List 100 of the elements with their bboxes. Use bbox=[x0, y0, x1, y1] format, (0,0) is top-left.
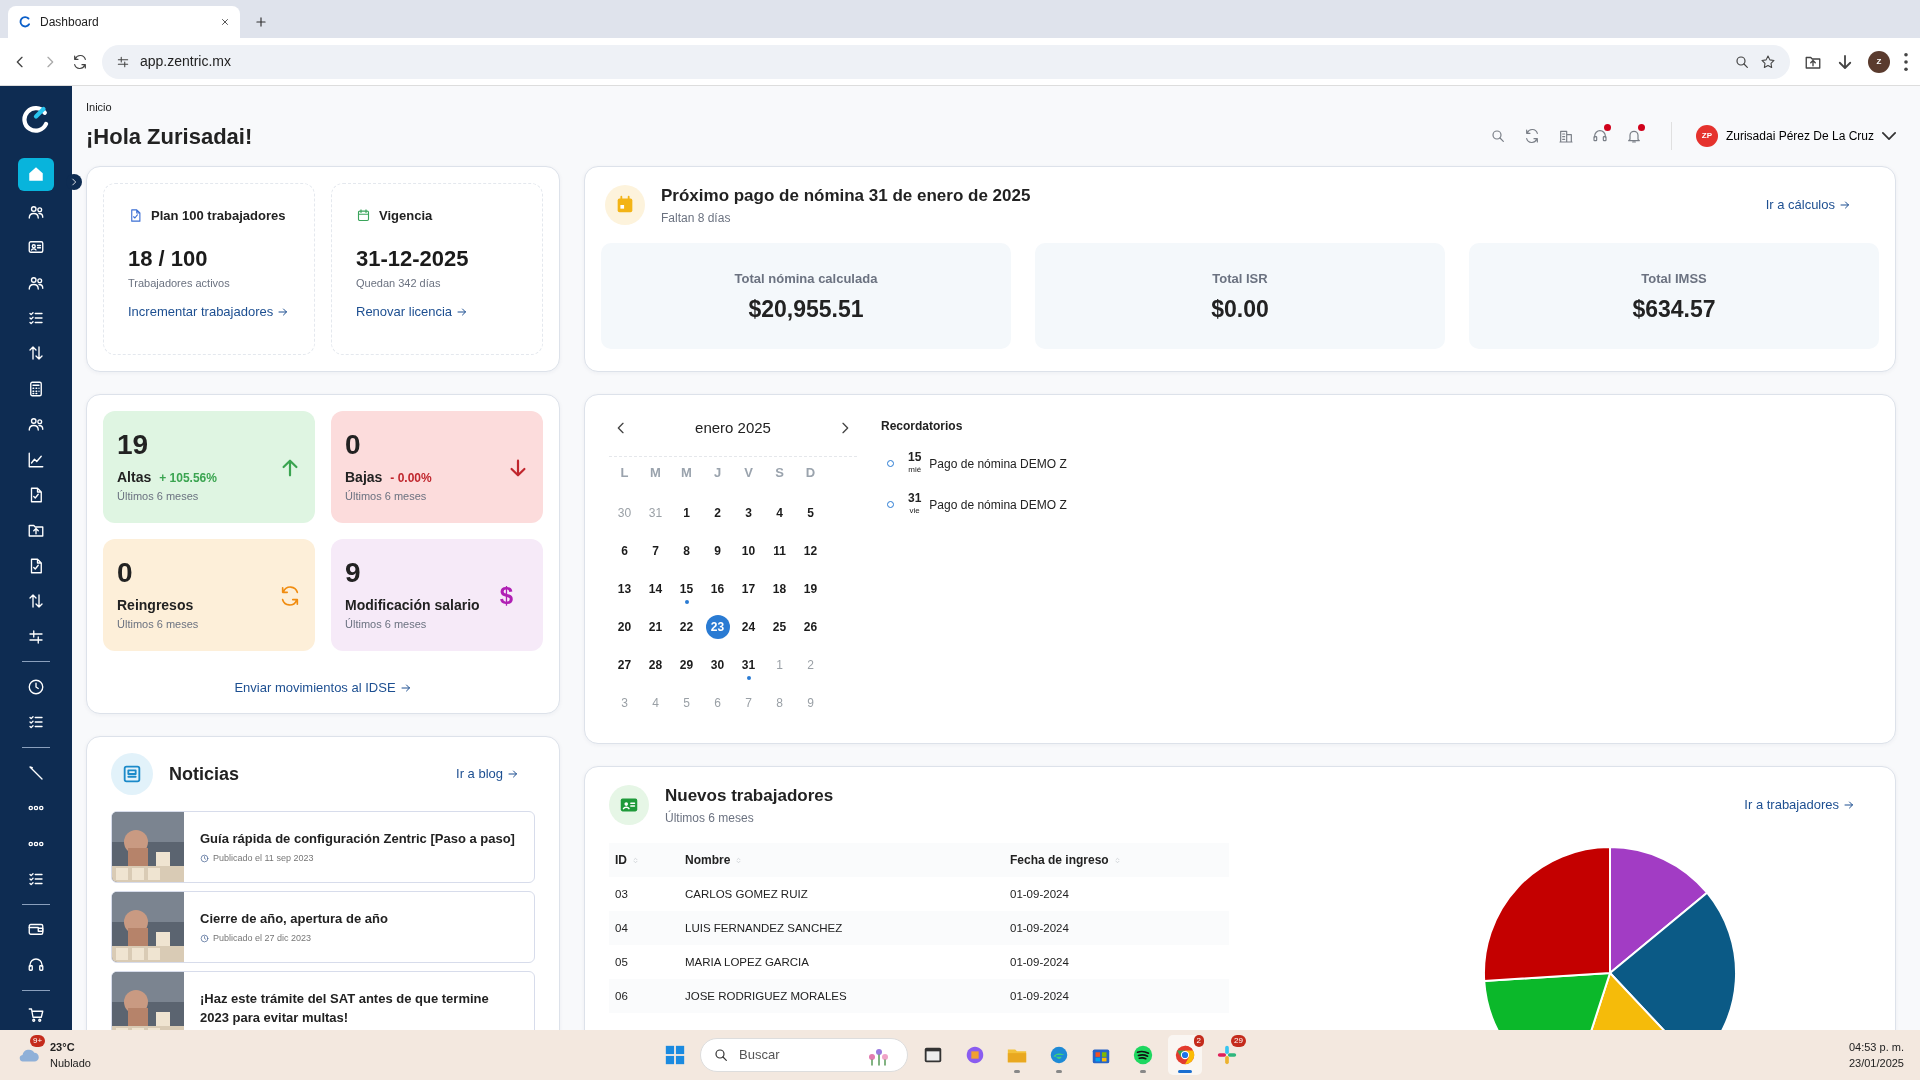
calendar-day[interactable]: 6 bbox=[609, 532, 640, 570]
news-item[interactable]: Cierre de año, apertura de año Publicado el 27 dic 2023 bbox=[111, 891, 535, 963]
refresh-icon bbox=[1523, 128, 1540, 144]
calendar-day[interactable]: 3 bbox=[733, 494, 764, 532]
news-heading: Noticias bbox=[169, 762, 241, 786]
reminder-day: 31 bbox=[908, 492, 922, 506]
table-cell: MARIA LOPEZ GARCIA bbox=[679, 944, 1004, 979]
news-item[interactable]: Guía rápida de configuración Zentric [Paso a paso] Publicado el 11 sep 2023 bbox=[111, 811, 535, 883]
start-icon bbox=[664, 1044, 686, 1066]
weekday-label: M bbox=[649, 463, 662, 482]
column-header[interactable]: Nombre bbox=[679, 842, 1004, 877]
clock-icon bbox=[200, 854, 209, 864]
reminder-text: Pago de nómina DEMO Z bbox=[929, 496, 1067, 514]
calendar-day[interactable]: 17 bbox=[733, 570, 764, 608]
taskbar-app[interactable]: 29 bbox=[1210, 1035, 1244, 1075]
calendar-icon bbox=[356, 208, 371, 224]
card-link[interactable]: Incrementar trabajadores bbox=[128, 302, 290, 322]
calendar-day[interactable]: 22 bbox=[671, 608, 702, 646]
calendar-day[interactable]: 30 bbox=[702, 646, 733, 684]
calendar-day[interactable]: 29 bbox=[671, 646, 702, 684]
card-value: 18 / 100 bbox=[128, 244, 209, 273]
stat-value: 0 bbox=[117, 559, 134, 588]
clock[interactable]: 04:53 p. m. 23/01/2025 bbox=[1848, 1038, 1904, 1072]
card-title: Plan 100 trabajadores bbox=[151, 207, 286, 225]
reminder-text: Pago de nómina DEMO Z bbox=[929, 455, 1067, 473]
calendar-day[interactable]: 15 bbox=[671, 570, 702, 608]
search-icon bbox=[713, 1047, 729, 1063]
calendar-day[interactable]: 12 bbox=[795, 532, 826, 570]
breadcrumb[interactable]: Inicio bbox=[86, 99, 253, 116]
calendar-day[interactable]: 28 bbox=[640, 646, 671, 684]
table-cell: LUIS FERNANDEZ SANCHEZ bbox=[679, 910, 1004, 945]
news-title: ¡Haz este trámite del SAT antes de que termine 2023 para evitar multas! bbox=[200, 989, 490, 1027]
calendar-day[interactable]: 27 bbox=[609, 646, 640, 684]
stat-value: 9 bbox=[345, 559, 362, 588]
calendar-day[interactable]: 5 bbox=[795, 494, 826, 532]
arrow-right-icon bbox=[1839, 198, 1851, 211]
total-label: Total IMSS bbox=[1640, 269, 1708, 288]
calendar-day[interactable]: 18 bbox=[764, 570, 795, 608]
calendar-day[interactable]: 13 bbox=[609, 570, 640, 608]
arrow-right-icon bbox=[277, 305, 290, 318]
notification-badge: 29 bbox=[1231, 1035, 1246, 1047]
card-title: Vigencia bbox=[379, 207, 433, 225]
calendar-day[interactable]: 20 bbox=[609, 608, 640, 646]
workers-link[interactable]: Ir a trabajadores bbox=[1744, 795, 1855, 815]
news-title: Cierre de año, apertura de año bbox=[200, 909, 388, 928]
calendar-day[interactable]: 11 bbox=[764, 532, 795, 570]
table-cell: 04 bbox=[609, 910, 679, 945]
calendar-day[interactable]: 25 bbox=[764, 608, 795, 646]
sidebar-item[interactable] bbox=[18, 157, 54, 192]
total-value: $0.00 bbox=[1210, 295, 1270, 324]
calendar-day[interactable]: 24 bbox=[733, 608, 764, 646]
dollar-icon: $ bbox=[499, 578, 513, 614]
close-icon bbox=[220, 17, 230, 27]
calendar-day[interactable]: 10 bbox=[733, 532, 764, 570]
chart-icon bbox=[27, 450, 45, 469]
calendar-day[interactable]: 4 bbox=[764, 494, 795, 532]
blog-link[interactable]: Ir a blog bbox=[456, 764, 519, 784]
globe-icon bbox=[1048, 1044, 1070, 1066]
calendar-day[interactable]: 9 bbox=[702, 532, 733, 570]
card-link[interactable]: Renovar licencia bbox=[356, 302, 469, 322]
dots-icon bbox=[27, 840, 45, 847]
reminder-weekday: mié bbox=[908, 464, 922, 477]
calendar-day[interactable]: 1 bbox=[671, 494, 702, 532]
taskbar-search-field[interactable]: Buscar bbox=[700, 1038, 908, 1072]
reload-button[interactable] bbox=[72, 53, 88, 70]
calendar-day[interactable]: 7 bbox=[640, 532, 671, 570]
table-cell: 06 bbox=[609, 978, 679, 1013]
user-avatar: ZP bbox=[1695, 125, 1718, 147]
stat-value: 0 bbox=[345, 431, 362, 460]
site-info-icon bbox=[116, 54, 130, 69]
stat-caption: Últimos 6 meses bbox=[345, 489, 428, 505]
idse-link[interactable]: Enviar movimientos al IDSE bbox=[234, 678, 412, 698]
calendar-day[interactable]: 26 bbox=[795, 608, 826, 646]
newspaper-icon bbox=[111, 753, 153, 795]
notification-badge: 9+ bbox=[30, 1034, 46, 1047]
table-cell: 01-09-2024 bbox=[1004, 876, 1229, 911]
browser-tab[interactable]: Dashboard bbox=[8, 6, 240, 38]
people-icon bbox=[27, 415, 45, 434]
profile-avatar[interactable]: Z bbox=[1868, 50, 1890, 73]
id-card-icon bbox=[609, 784, 649, 825]
calendar-day[interactable]: 14 bbox=[640, 570, 671, 608]
calendar-day[interactable]: 31 bbox=[733, 646, 764, 684]
weekday-label: S bbox=[774, 463, 785, 482]
user-menu[interactable]: ZP Zurisadai Pérez De La Cruz bbox=[1695, 125, 1896, 147]
taskbar-app[interactable]: 2 bbox=[1168, 1035, 1202, 1075]
calendar-day[interactable]: 16 bbox=[702, 570, 733, 608]
headset-icon bbox=[27, 955, 45, 974]
column-header[interactable]: Fecha de ingreso bbox=[1004, 842, 1229, 877]
arrow-right-icon bbox=[1843, 798, 1855, 811]
calc-icon bbox=[27, 379, 45, 398]
calendar-day[interactable]: 8 bbox=[671, 532, 702, 570]
column-header[interactable]: ID bbox=[609, 842, 679, 877]
headset-icon bbox=[1591, 128, 1608, 144]
calendar-day[interactable]: 21 bbox=[640, 608, 671, 646]
calendar-day[interactable]: 19 bbox=[795, 570, 826, 608]
card-caption: Trabajadores activos bbox=[128, 275, 231, 291]
calculations-link[interactable]: Ir a cálculos bbox=[1765, 195, 1851, 215]
card-value: 31-12-2025 bbox=[356, 244, 470, 273]
reminders-heading: Recordatorios bbox=[881, 418, 964, 435]
calendar-day[interactable]: 2 bbox=[702, 494, 733, 532]
